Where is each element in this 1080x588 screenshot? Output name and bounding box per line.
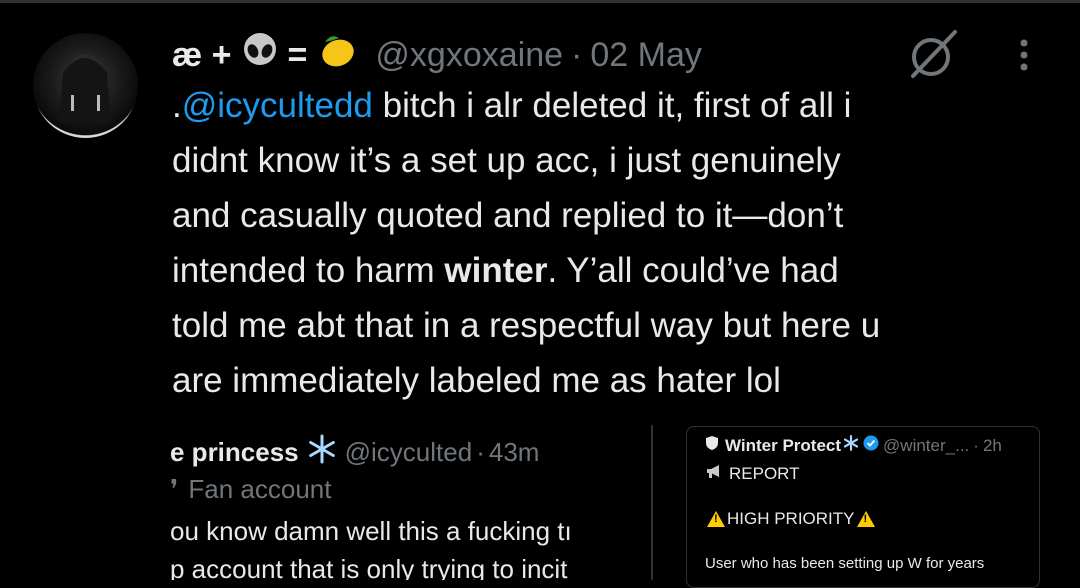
top-divider <box>0 0 1080 3</box>
quoted-line-1: ou know damn well this a fucking tı <box>170 516 572 546</box>
tweet-line-5: told me abt that in a respectful way but… <box>172 306 881 345</box>
media-image-left[interactable]: e princess @icyculted · 43m ❜ Fan account… <box>160 420 650 580</box>
quoted-display-name: e princess <box>170 437 299 467</box>
tweet-date[interactable]: 02 May <box>590 36 702 75</box>
quoted-body: ou know damn well this a fucking tı p ac… <box>170 512 572 580</box>
snowflake-icon <box>843 435 859 456</box>
verified-badge-icon <box>863 435 879 456</box>
avatar-image <box>59 54 111 123</box>
quoted-time: 43m <box>488 437 540 467</box>
tweet-line-3: and casually quoted and replied to it—do… <box>172 196 844 235</box>
display-name-part: æ + <box>172 35 232 74</box>
priority-text: HIGH PRIORITY <box>727 509 855 528</box>
report-time: 2h <box>982 435 1002 455</box>
priority-label: HIGH PRIORITY <box>705 509 877 529</box>
quoted-tweet-header: e princess @icyculted · 43m <box>170 434 539 471</box>
report-label: REPORT <box>705 463 800 484</box>
label-icon: ❜ <box>170 474 179 504</box>
media-divider <box>651 425 653 580</box>
report-separator: · <box>973 435 979 455</box>
report-handle: @winter_... <box>883 435 970 455</box>
grok-icon[interactable] <box>905 26 961 82</box>
tweet-line-2: didnt know it’s a set up acc, i just gen… <box>172 141 841 180</box>
warning-icon <box>707 511 725 527</box>
lemon-emoji <box>317 33 357 78</box>
report-header: Winter Protect @winter_... · 2h <box>705 435 1002 456</box>
tweet-line-6: are immediately labeled me as hater lol <box>172 361 781 400</box>
warning-icon <box>856 511 875 527</box>
display-name-equals: = <box>287 35 308 74</box>
bold-text: winter <box>444 251 548 290</box>
snowflake-icon <box>307 434 337 471</box>
text-prefix: . <box>172 86 182 125</box>
megaphone-icon <box>705 463 725 484</box>
report-name: Winter Protect <box>725 435 842 455</box>
tweet-line-1: .@icycultedd bitch i alr deleted it, fir… <box>172 78 1052 133</box>
more-vertical-icon[interactable] <box>1013 38 1035 74</box>
quoted-line-2: p account that is only trying to incit <box>170 554 568 580</box>
tweet-text: .@icycultedd bitch i alr deleted it, fir… <box>172 78 1052 408</box>
tweet-header: æ + = @xgxoxaine · 02 May <box>172 32 702 79</box>
report-body: User who has been setting up W for years <box>705 555 985 572</box>
display-name[interactable]: æ + = <box>172 32 367 79</box>
text-segment: . Y’all could’ve had <box>547 251 839 290</box>
media-image-right[interactable]: Winter Protect @winter_... · 2h REPORT H… <box>686 426 1040 588</box>
report-text: REPORT <box>729 463 800 483</box>
author-handle[interactable]: @xgxoxaine <box>375 36 563 75</box>
mention-link[interactable]: @icycultedd <box>182 86 373 125</box>
text-segment: intended to harm <box>172 251 445 290</box>
alien-emoji <box>242 32 278 79</box>
fan-account-label: ❜ Fan account <box>170 474 331 505</box>
quoted-handle: @icyculted <box>344 437 473 467</box>
tweet-line-4: intended to harm winter. Y’all could’ve … <box>172 243 1052 298</box>
quoted-separator: · <box>476 437 485 467</box>
text-segment: bitch i alr deleted it, first of all i <box>372 86 852 125</box>
fan-account-text: Fan account <box>188 474 332 504</box>
avatar[interactable] <box>33 33 138 138</box>
shield-icon <box>705 435 719 456</box>
header-separator: · <box>571 35 583 74</box>
